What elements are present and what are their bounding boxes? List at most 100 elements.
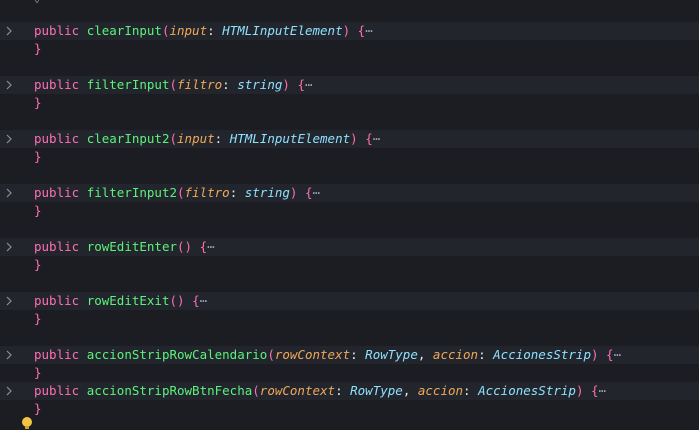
param-type: string [237,77,283,92]
param-type: HTMLInputElement [222,23,343,38]
open-brace: { [591,383,599,398]
code-line-signature[interactable]: public clearInput2(input: HTMLInputEleme… [0,130,699,148]
close-paren: ) [184,239,193,254]
colon: : [222,77,230,92]
code-text: } [34,364,42,382]
code-text: public clearInput(input: HTMLInputElemen… [34,22,373,40]
chevron-right-icon[interactable] [3,22,15,40]
method-name: clearInput2 [86,131,170,146]
top-fold-marker: ⌄ [34,0,40,5]
lightbulb-icon[interactable] [22,417,32,430]
code-text: public accionStripRowCalendario(rowConte… [34,346,621,364]
close-brace: } [34,311,42,326]
code-text: } [34,256,42,274]
code-text: } [34,40,42,58]
param-name: filtro [184,185,230,200]
colon: : [207,23,215,38]
param-name: filtro [177,77,223,92]
code-text: public filterInput2(filtro: string) {⋯ [34,184,320,202]
close-brace: } [34,365,42,380]
param-type: RowType [350,383,403,398]
chevron-right-icon[interactable] [3,184,15,202]
close-paren: ) [575,383,584,398]
folded-ellipsis[interactable]: ⋯ [207,239,215,254]
chevron-right-icon[interactable] [3,130,15,148]
keyword-public: public [34,347,80,362]
folded-ellipsis[interactable]: ⋯ [200,293,208,308]
param-name: rowContext [274,347,351,362]
close-brace: } [34,41,42,56]
code-line-signature[interactable]: public clearInput(input: HTMLInputElemen… [0,22,699,40]
open-paren: ( [252,383,260,398]
chevron-right-icon[interactable] [3,238,15,256]
close-paren: ) [342,23,351,38]
keyword-public: public [34,77,80,92]
param-name: rowContext [259,383,336,398]
close-brace: } [34,203,42,218]
keyword-public: public [34,383,80,398]
close-brace: } [34,95,42,110]
code-line-close[interactable]: } [0,256,699,274]
param-type: HTMLInputElement [229,131,351,146]
folded-ellipsis[interactable]: ⋯ [599,383,607,398]
method-name: rowEditExit [86,293,170,308]
code-line-signature[interactable]: public filterInput2(filtro: string) {⋯ [0,184,699,202]
code-line-close[interactable]: } [0,202,699,220]
open-brace: { [297,77,305,92]
chevron-right-icon[interactable] [3,346,15,364]
close-paren: ) [282,77,290,92]
folded-ellipsis[interactable]: ⋯ [614,347,622,362]
colon: : [350,347,358,362]
method-name: accionStripRowCalendario [86,347,268,362]
code-line-close[interactable]: } [0,400,699,418]
code-line-close[interactable]: } [0,148,699,166]
code-line-signature[interactable]: public rowEditEnter() {⋯ [0,238,699,256]
close-brace: } [34,149,42,164]
keyword-public: public [34,239,80,254]
open-brace: { [192,293,200,308]
keyword-public: public [34,131,80,146]
colon: : [478,347,486,362]
code-line-close[interactable]: } [0,310,699,328]
code-text: public rowEditExit() {⋯ [34,292,207,310]
comma: , [402,383,411,398]
param-type: AccionesStrip [478,383,576,398]
code-line-signature[interactable]: public rowEditExit() {⋯ [0,292,699,310]
param-name: input [169,23,208,38]
close-paren: ) [177,293,185,308]
code-line-close[interactable]: } [0,40,699,58]
code-line-signature[interactable]: public accionStripRowCalendario(rowConte… [0,346,699,364]
open-brace: { [606,347,614,362]
folded-ellipsis[interactable]: ⋯ [365,23,373,38]
code-editor[interactable]: ⌄ public clearInput(input: HTMLInputElem… [0,0,699,430]
code-line-close[interactable]: } [0,364,699,382]
chevron-right-icon[interactable] [3,76,15,94]
open-paren: ( [169,293,178,308]
param-name: accion [432,347,479,362]
close-paren: ) [590,347,599,362]
chevron-right-icon[interactable] [3,382,15,400]
close-brace: } [34,257,42,272]
chevron-right-icon[interactable] [3,292,15,310]
open-brace: { [365,131,373,146]
code-line-signature[interactable]: public accionStripRowBtnFecha(rowContext… [0,382,699,400]
param-type: AccionesStrip [493,347,591,362]
code-text: public clearInput2(input: HTMLInputEleme… [34,130,380,148]
folded-ellipsis[interactable]: ⋯ [305,77,313,92]
code-text: public rowEditEnter() {⋯ [34,238,215,256]
code-text: public accionStripRowBtnFecha(rowContext… [34,382,606,400]
code-line-close[interactable]: } [0,94,699,112]
keyword-public: public [34,185,80,200]
folded-ellipsis[interactable]: ⋯ [373,131,381,146]
param-type: RowType [365,347,418,362]
method-name: accionStripRowBtnFecha [86,383,253,398]
open-brace: { [304,185,313,200]
folded-ellipsis[interactable]: ⋯ [313,185,321,200]
colon: : [229,185,238,200]
comma: , [417,347,426,362]
code-line-signature[interactable]: public filterInput(filtro: string) {⋯ [0,76,699,94]
close-paren: ) [289,185,298,200]
colon: : [335,383,343,398]
colon: : [463,383,471,398]
param-name: input [177,131,215,146]
